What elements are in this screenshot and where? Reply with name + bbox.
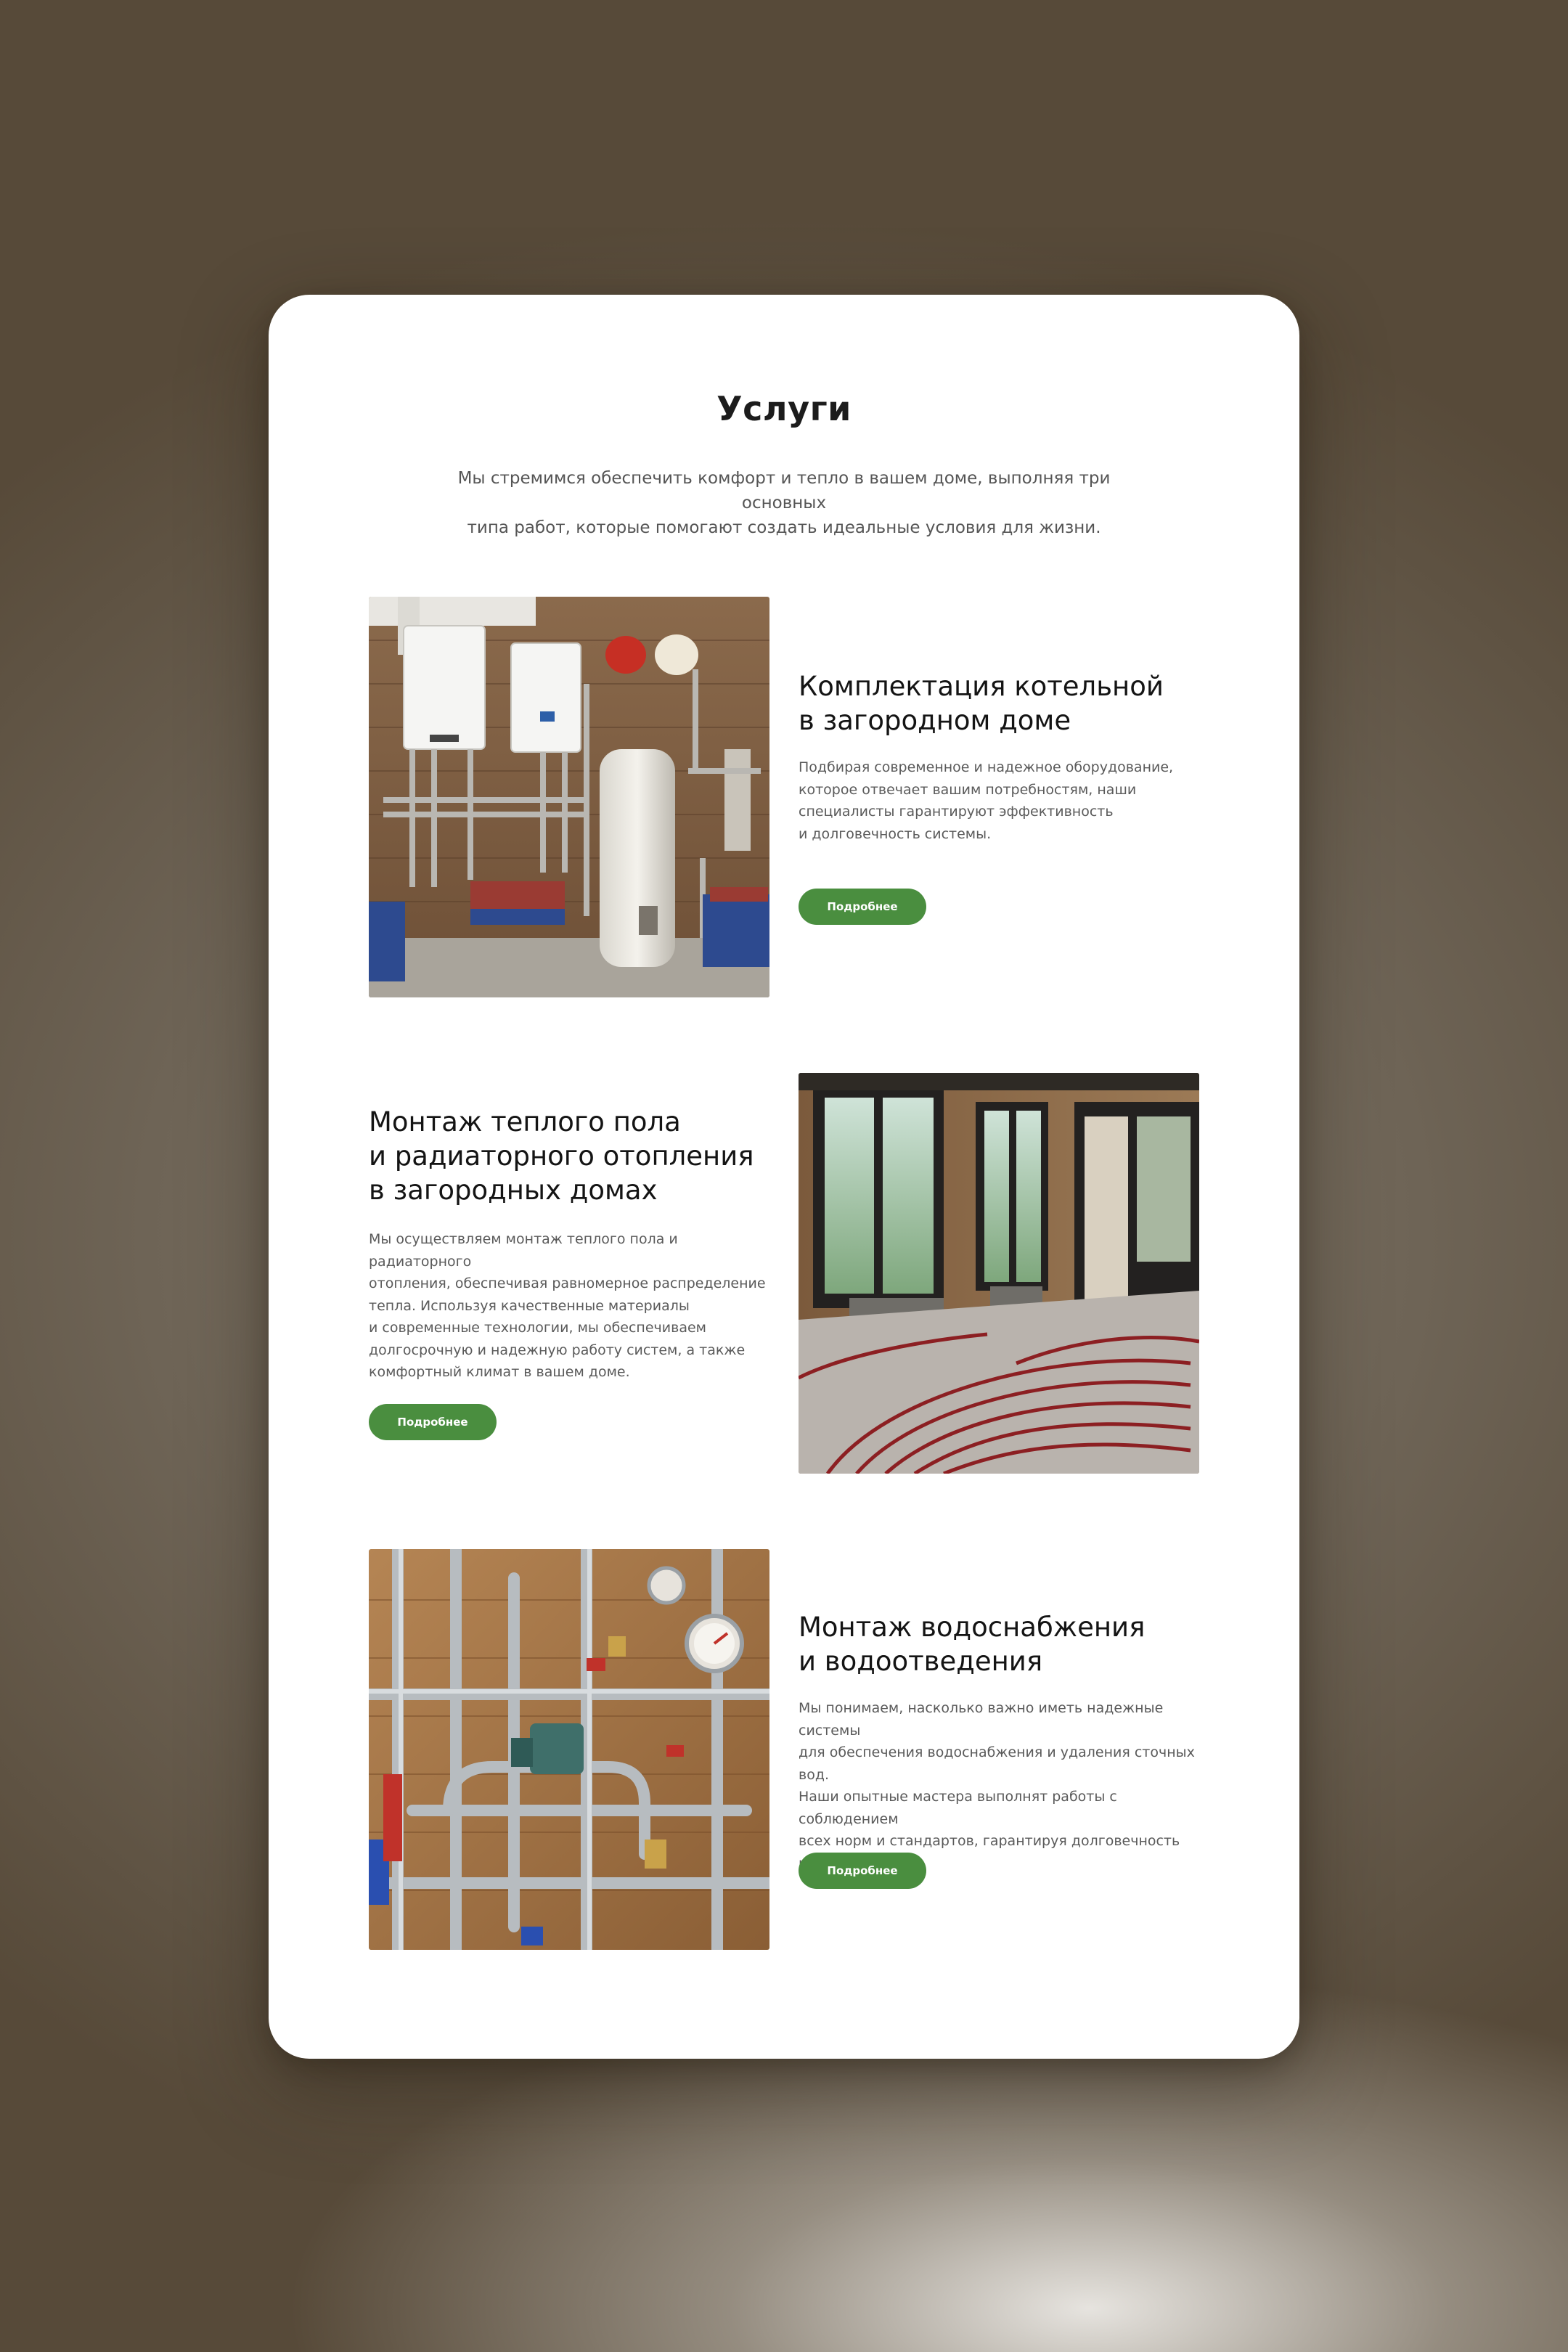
intro-line: Мы стремимся обеспечить комфорт и тепло … [457, 469, 1111, 513]
title-line: в загородных домах [369, 1175, 658, 1206]
title-line: Монтаж водоснабжения [799, 1612, 1146, 1643]
service-text-floor-heating: Мы осуществляем монтаж теплого пола и ра… [369, 1228, 775, 1384]
text-line: которое отвечает вашим потребностям, наш… [799, 781, 1137, 798]
text-line: Наши опытные мастера выполнят работы с с… [799, 1789, 1117, 1827]
boiler-room-photo [369, 597, 769, 997]
text-line: и долговечность системы. [799, 825, 992, 842]
service-title-plumbing: Монтаж водоснабжения и водоотведения [799, 1610, 1205, 1678]
title-line: и радиаторного отопления [369, 1140, 754, 1172]
text-line: Подбирая современное и надежное оборудов… [799, 759, 1174, 775]
service-text-plumbing: Мы понимаем, насколько важно иметь надеж… [799, 1697, 1205, 1874]
text-line: отопления, обеспечивая равномерное распр… [369, 1275, 766, 1291]
services-card: Услуги Мы стремимся обеспечить комфорт и… [269, 295, 1299, 2059]
plumbing-photo [369, 1549, 769, 1950]
title-line: Комплектация котельной [799, 671, 1164, 702]
title-line: в загородном доме [799, 705, 1071, 736]
text-line: и современные технологии, мы обеспечивае… [369, 1320, 706, 1336]
text-line: комфортный климат в вашем доме. [369, 1364, 630, 1380]
intro-line: типа работ, которые помогают создать иде… [467, 518, 1101, 537]
text-line: тепла. Используя качественные материалы [369, 1297, 690, 1314]
text-line: всех норм и стандартов, гарантируя долго… [799, 1833, 1180, 1849]
text-line: долгосрочную и надежную работу систем, а… [369, 1342, 746, 1358]
section-intro: Мы стремимся обеспечить комфорт и тепло … [414, 466, 1154, 540]
text-line: специалисты гарантируют эффективность [799, 804, 1114, 820]
more-button-plumbing[interactable]: Подробнее [799, 1853, 926, 1889]
more-button-floor-heating[interactable]: Подробнее [369, 1404, 497, 1440]
more-button-boiler-room[interactable]: Подробнее [799, 889, 926, 925]
service-title-boiler-room: Комплектация котельной в загородном доме [799, 669, 1205, 738]
service-title-floor-heating: Монтаж теплого пола и радиаторного отопл… [369, 1105, 775, 1207]
text-line: для обеспечения водоснабжения и удаления… [799, 1744, 1195, 1783]
floor-heating-photo [799, 1073, 1199, 1474]
service-text-boiler-room: Подбирая современное и надежное оборудов… [799, 756, 1205, 845]
title-line: Монтаж теплого пола [369, 1106, 681, 1138]
text-line: Мы понимаем, насколько важно иметь надеж… [799, 1700, 1164, 1739]
section-title: Услуги [716, 389, 852, 428]
text-line: Мы осуществляем монтаж теплого пола и ра… [369, 1231, 678, 1270]
title-line: и водоотведения [799, 1646, 1043, 1677]
